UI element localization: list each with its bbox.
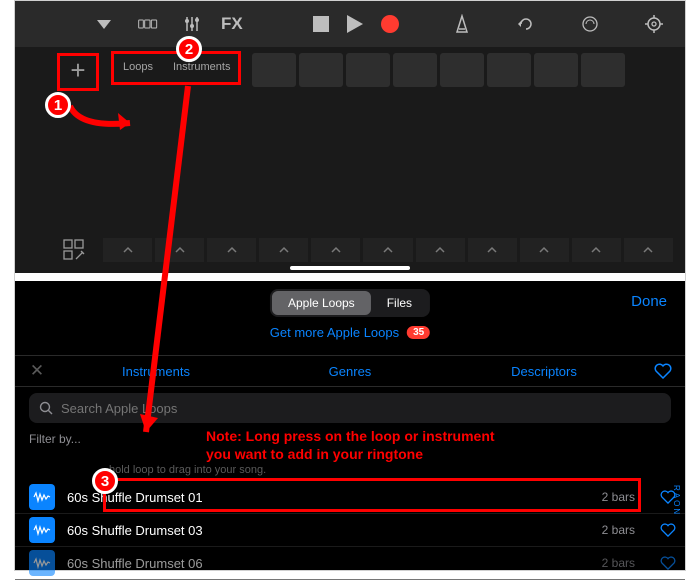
get-more-badge: 35 <box>407 326 430 339</box>
loop-browser-icon[interactable] <box>573 7 607 41</box>
search-icon <box>39 401 53 415</box>
grid-cell[interactable] <box>393 53 437 87</box>
settings-gear-icon[interactable] <box>637 7 671 41</box>
waveform-icon <box>29 484 55 510</box>
add-track-button[interactable]: + <box>59 53 97 87</box>
get-more-label: Get more Apple Loops <box>270 325 399 340</box>
waveform-icon <box>29 550 55 576</box>
grid-cell[interactable] <box>534 53 578 87</box>
source-segmented-control: Apple Loops Files <box>270 289 430 317</box>
annotation-marker-3: 3 <box>92 468 118 494</box>
grid-cell[interactable] <box>440 53 484 87</box>
loop-bars: 2 bars <box>602 556 635 570</box>
cell-grid <box>252 53 625 93</box>
scene-trigger[interactable] <box>416 238 465 262</box>
toolbar-right <box>439 7 677 41</box>
scene-trigger[interactable] <box>363 238 412 262</box>
side-label: RAON <box>672 485 681 516</box>
editor-icon[interactable] <box>59 235 89 265</box>
live-loops-tabs: Loops Instruments <box>113 53 240 81</box>
stop-button[interactable] <box>313 16 329 32</box>
filter-by-label[interactable]: Filter by... <box>29 432 81 446</box>
grid-cell[interactable] <box>252 53 296 87</box>
grid-cell[interactable] <box>581 53 625 87</box>
scene-trigger[interactable] <box>520 238 569 262</box>
annotation-note-line2: you want to add in your ringtone <box>206 445 586 463</box>
scene-trigger[interactable] <box>624 238 673 262</box>
favorite-heart-icon[interactable] <box>651 523 685 537</box>
loop-item[interactable]: 60s Shuffle Drumset 06 2 bars <box>15 547 685 580</box>
drag-hint-text: hold loop to drag into your song. <box>109 464 266 476</box>
loop-name: 60s Shuffle Drumset 01 <box>67 490 602 505</box>
metronome-icon[interactable] <box>445 7 479 41</box>
loop-name: 60s Shuffle Drumset 03 <box>67 523 602 538</box>
annotation-note: Note: Long press on the loop or instrume… <box>206 427 586 463</box>
scene-trigger[interactable] <box>468 238 517 262</box>
loop-browser-panel: Apple Loops Files Done Get more Apple Lo… <box>15 281 685 570</box>
clear-filters-icon[interactable]: ✕ <box>15 361 59 381</box>
loop-bars: 2 bars <box>602 523 635 537</box>
record-button[interactable] <box>381 15 399 33</box>
scene-trigger[interactable] <box>259 238 308 262</box>
annotation-marker-2: 2 <box>176 36 202 62</box>
scene-trigger[interactable] <box>207 238 256 262</box>
loops-tab[interactable]: Loops <box>113 56 163 78</box>
filter-descriptors-tab[interactable]: Descriptors <box>447 364 641 379</box>
annotation-arrow-2to3 <box>138 84 198 444</box>
annotation-note-line1: Note: Long press on the loop or instrume… <box>206 427 586 445</box>
annotation-marker-1: 1 <box>45 92 71 118</box>
files-segment[interactable]: Files <box>371 291 428 315</box>
loop-bars: 2 bars <box>602 490 635 504</box>
main-toolbar: FX <box>15 1 685 47</box>
filter-genres-tab[interactable]: Genres <box>253 364 447 379</box>
get-more-loops-link[interactable]: Get more Apple Loops 35 <box>270 325 430 340</box>
apple-loops-segment[interactable]: Apple Loops <box>272 291 371 315</box>
done-button[interactable]: Done <box>631 293 667 310</box>
favorite-heart-icon[interactable] <box>651 556 685 570</box>
grid-cell[interactable] <box>299 53 343 87</box>
loop-item[interactable]: 60s Shuffle Drumset 03 2 bars <box>15 514 685 547</box>
fx-button[interactable]: FX <box>221 14 243 34</box>
loop-results-list: 60s Shuffle Drumset 01 2 bars 60s Shuffl… <box>15 481 685 580</box>
waveform-icon <box>29 517 55 543</box>
scene-trigger[interactable] <box>572 238 621 262</box>
grid-cell[interactable] <box>346 53 390 87</box>
scene-trigger[interactable] <box>311 238 360 262</box>
tracks-view-panel: FX + Loops Instruments <box>15 1 685 273</box>
view-dropdown-icon[interactable] <box>87 7 121 41</box>
home-indicator <box>290 266 410 270</box>
track-layout-icon[interactable] <box>133 7 163 41</box>
annotation-arrow-1to2 <box>60 88 145 133</box>
favorites-filter-icon[interactable] <box>641 363 685 379</box>
search-bar[interactable] <box>29 393 671 423</box>
undo-icon[interactable] <box>509 7 543 41</box>
transport-controls <box>313 15 399 33</box>
filter-row: ✕ Instruments Genres Descriptors <box>15 355 685 387</box>
loop-name: 60s Shuffle Drumset 06 <box>67 556 602 571</box>
grid-cell[interactable] <box>487 53 531 87</box>
play-button[interactable] <box>347 15 363 33</box>
instruments-tab[interactable]: Instruments <box>163 56 240 78</box>
